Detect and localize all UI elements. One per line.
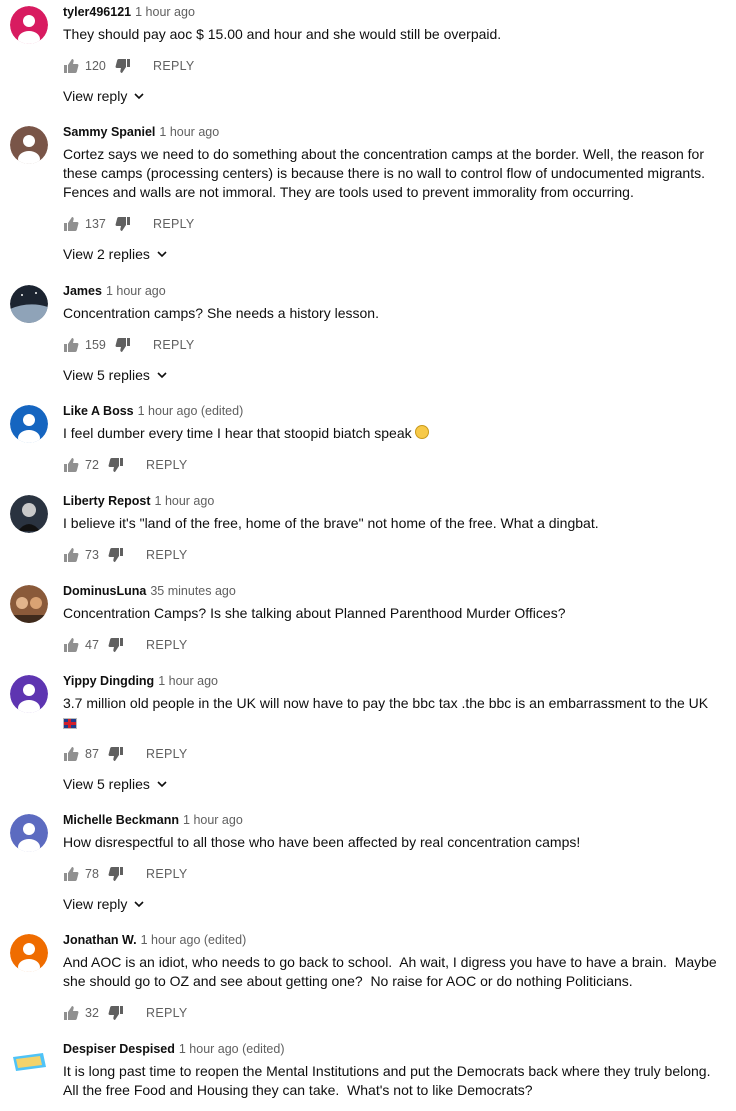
comment-text: I believe it's "land of the free, home o… bbox=[63, 515, 599, 531]
comment-author[interactable]: tyler496121 bbox=[63, 5, 131, 19]
avatar[interactable] bbox=[10, 934, 48, 972]
comment-text: 3.7 million old people in the UK will no… bbox=[63, 695, 709, 711]
avatar[interactable] bbox=[10, 126, 48, 164]
thumbs-down-icon[interactable] bbox=[108, 746, 124, 762]
thumbs-up-icon[interactable] bbox=[63, 337, 79, 353]
thumbs-down-icon[interactable] bbox=[108, 547, 124, 563]
like-count: 78 bbox=[85, 867, 99, 881]
view-replies-label: View reply bbox=[63, 88, 128, 104]
chevron-down-icon bbox=[157, 251, 167, 258]
thumbs-down-icon[interactable] bbox=[108, 1005, 124, 1021]
view-replies-button[interactable]: View 2 replies bbox=[63, 246, 723, 262]
comment-text: Cortez says we need to do something abou… bbox=[63, 146, 709, 200]
avatar[interactable] bbox=[10, 814, 48, 852]
chevron-down-icon bbox=[134, 901, 144, 908]
reply-button[interactable]: REPLY bbox=[146, 867, 188, 881]
reply-button[interactable]: REPLY bbox=[146, 1006, 188, 1020]
view-replies-button[interactable]: View 5 replies bbox=[63, 776, 723, 792]
comment-time[interactable]: 1 hour ago bbox=[159, 125, 219, 139]
comment-text: I feel dumber every time I hear that sto… bbox=[63, 425, 412, 441]
view-replies-button[interactable]: View reply bbox=[63, 88, 723, 104]
reply-button[interactable]: REPLY bbox=[146, 548, 188, 562]
like-count: 47 bbox=[85, 638, 99, 652]
comment-time[interactable]: 1 hour ago bbox=[183, 813, 243, 827]
thumbs-down-icon[interactable] bbox=[115, 337, 131, 353]
thumbs-down-icon[interactable] bbox=[108, 637, 124, 653]
thumbs-up-icon[interactable] bbox=[63, 58, 79, 74]
view-replies-button[interactable]: View reply bbox=[63, 896, 723, 912]
thumbs-down-icon[interactable] bbox=[115, 216, 131, 232]
like-count: 87 bbox=[85, 747, 99, 761]
like-count: 32 bbox=[85, 1006, 99, 1020]
like-count: 159 bbox=[85, 338, 106, 352]
chevron-down-icon bbox=[157, 372, 167, 379]
view-replies-label: View 5 replies bbox=[63, 776, 150, 792]
avatar[interactable] bbox=[10, 585, 48, 623]
comment-text: And AOC is an idiot, who needs to go bac… bbox=[63, 954, 721, 989]
comment-text: Concentration camps? She needs a history… bbox=[63, 305, 379, 321]
smile-emoji-icon bbox=[414, 425, 429, 439]
thumbs-up-icon[interactable] bbox=[63, 457, 79, 473]
comment-text: How disrespectful to all those who have … bbox=[63, 834, 581, 850]
reply-button[interactable]: REPLY bbox=[153, 217, 195, 231]
comment-author[interactable]: Jonathan W. bbox=[63, 933, 137, 947]
view-replies-label: View 2 replies bbox=[63, 246, 150, 262]
comment-text: They should pay aoc $ 15.00 and hour and… bbox=[63, 26, 502, 42]
avatar[interactable] bbox=[10, 405, 48, 443]
view-replies-label: View 5 replies bbox=[63, 367, 150, 383]
thumbs-up-icon[interactable] bbox=[63, 1005, 79, 1021]
comment-author[interactable]: Liberty Repost bbox=[63, 494, 151, 508]
reply-button[interactable]: REPLY bbox=[146, 638, 188, 652]
like-count: 137 bbox=[85, 217, 106, 231]
reply-button[interactable]: REPLY bbox=[146, 458, 188, 472]
comment-time[interactable]: 1 hour ago bbox=[155, 494, 215, 508]
thumbs-up-icon[interactable] bbox=[63, 637, 79, 653]
view-replies-button[interactable]: View 5 replies bbox=[63, 367, 723, 383]
comment-time[interactable]: 1 hour ago (edited) bbox=[179, 1042, 285, 1056]
chevron-down-icon bbox=[157, 781, 167, 788]
thumbs-up-icon[interactable] bbox=[63, 746, 79, 762]
thumbs-up-icon[interactable] bbox=[63, 866, 79, 882]
avatar[interactable] bbox=[10, 285, 48, 323]
comment-time[interactable]: 1 hour ago bbox=[135, 5, 195, 19]
comment-time[interactable]: 1 hour ago (edited) bbox=[138, 404, 244, 418]
like-count: 120 bbox=[85, 59, 106, 73]
comment-text: Concentration Camps? Is she talking abou… bbox=[63, 605, 566, 621]
comment-text: It is long past time to reopen the Menta… bbox=[63, 1063, 718, 1098]
thumbs-up-icon[interactable] bbox=[63, 547, 79, 563]
like-count: 73 bbox=[85, 548, 99, 562]
thumbs-down-icon[interactable] bbox=[108, 457, 124, 473]
avatar[interactable] bbox=[10, 1043, 48, 1081]
comment-author[interactable]: Yippy Dingding bbox=[63, 674, 154, 688]
thumbs-up-icon[interactable] bbox=[63, 216, 79, 232]
comment-time[interactable]: 1 hour ago bbox=[158, 674, 218, 688]
chevron-down-icon bbox=[134, 93, 144, 100]
reply-button[interactable]: REPLY bbox=[146, 747, 188, 761]
view-replies-label: View reply bbox=[63, 896, 128, 912]
comment-author[interactable]: Like A Boss bbox=[63, 404, 134, 418]
avatar[interactable] bbox=[10, 675, 48, 713]
avatar[interactable] bbox=[10, 495, 48, 533]
thumbs-down-icon[interactable] bbox=[115, 58, 131, 74]
comment-author[interactable]: Sammy Spaniel bbox=[63, 125, 155, 139]
like-count: 72 bbox=[85, 458, 99, 472]
thumbs-down-icon[interactable] bbox=[108, 866, 124, 882]
comment-time[interactable]: 1 hour ago (edited) bbox=[141, 933, 247, 947]
comment-author[interactable]: Michelle Beckmann bbox=[63, 813, 179, 827]
comment-time[interactable]: 1 hour ago bbox=[106, 284, 166, 298]
uk-flag-icon bbox=[63, 717, 77, 729]
reply-button[interactable]: REPLY bbox=[153, 338, 195, 352]
reply-button[interactable]: REPLY bbox=[153, 59, 195, 73]
avatar[interactable] bbox=[10, 6, 48, 44]
comment-author[interactable]: James bbox=[63, 284, 102, 298]
comment-author[interactable]: Despiser Despised bbox=[63, 1042, 175, 1056]
comment-author[interactable]: DominusLuna bbox=[63, 584, 146, 598]
comment-time[interactable]: 35 minutes ago bbox=[150, 584, 235, 598]
